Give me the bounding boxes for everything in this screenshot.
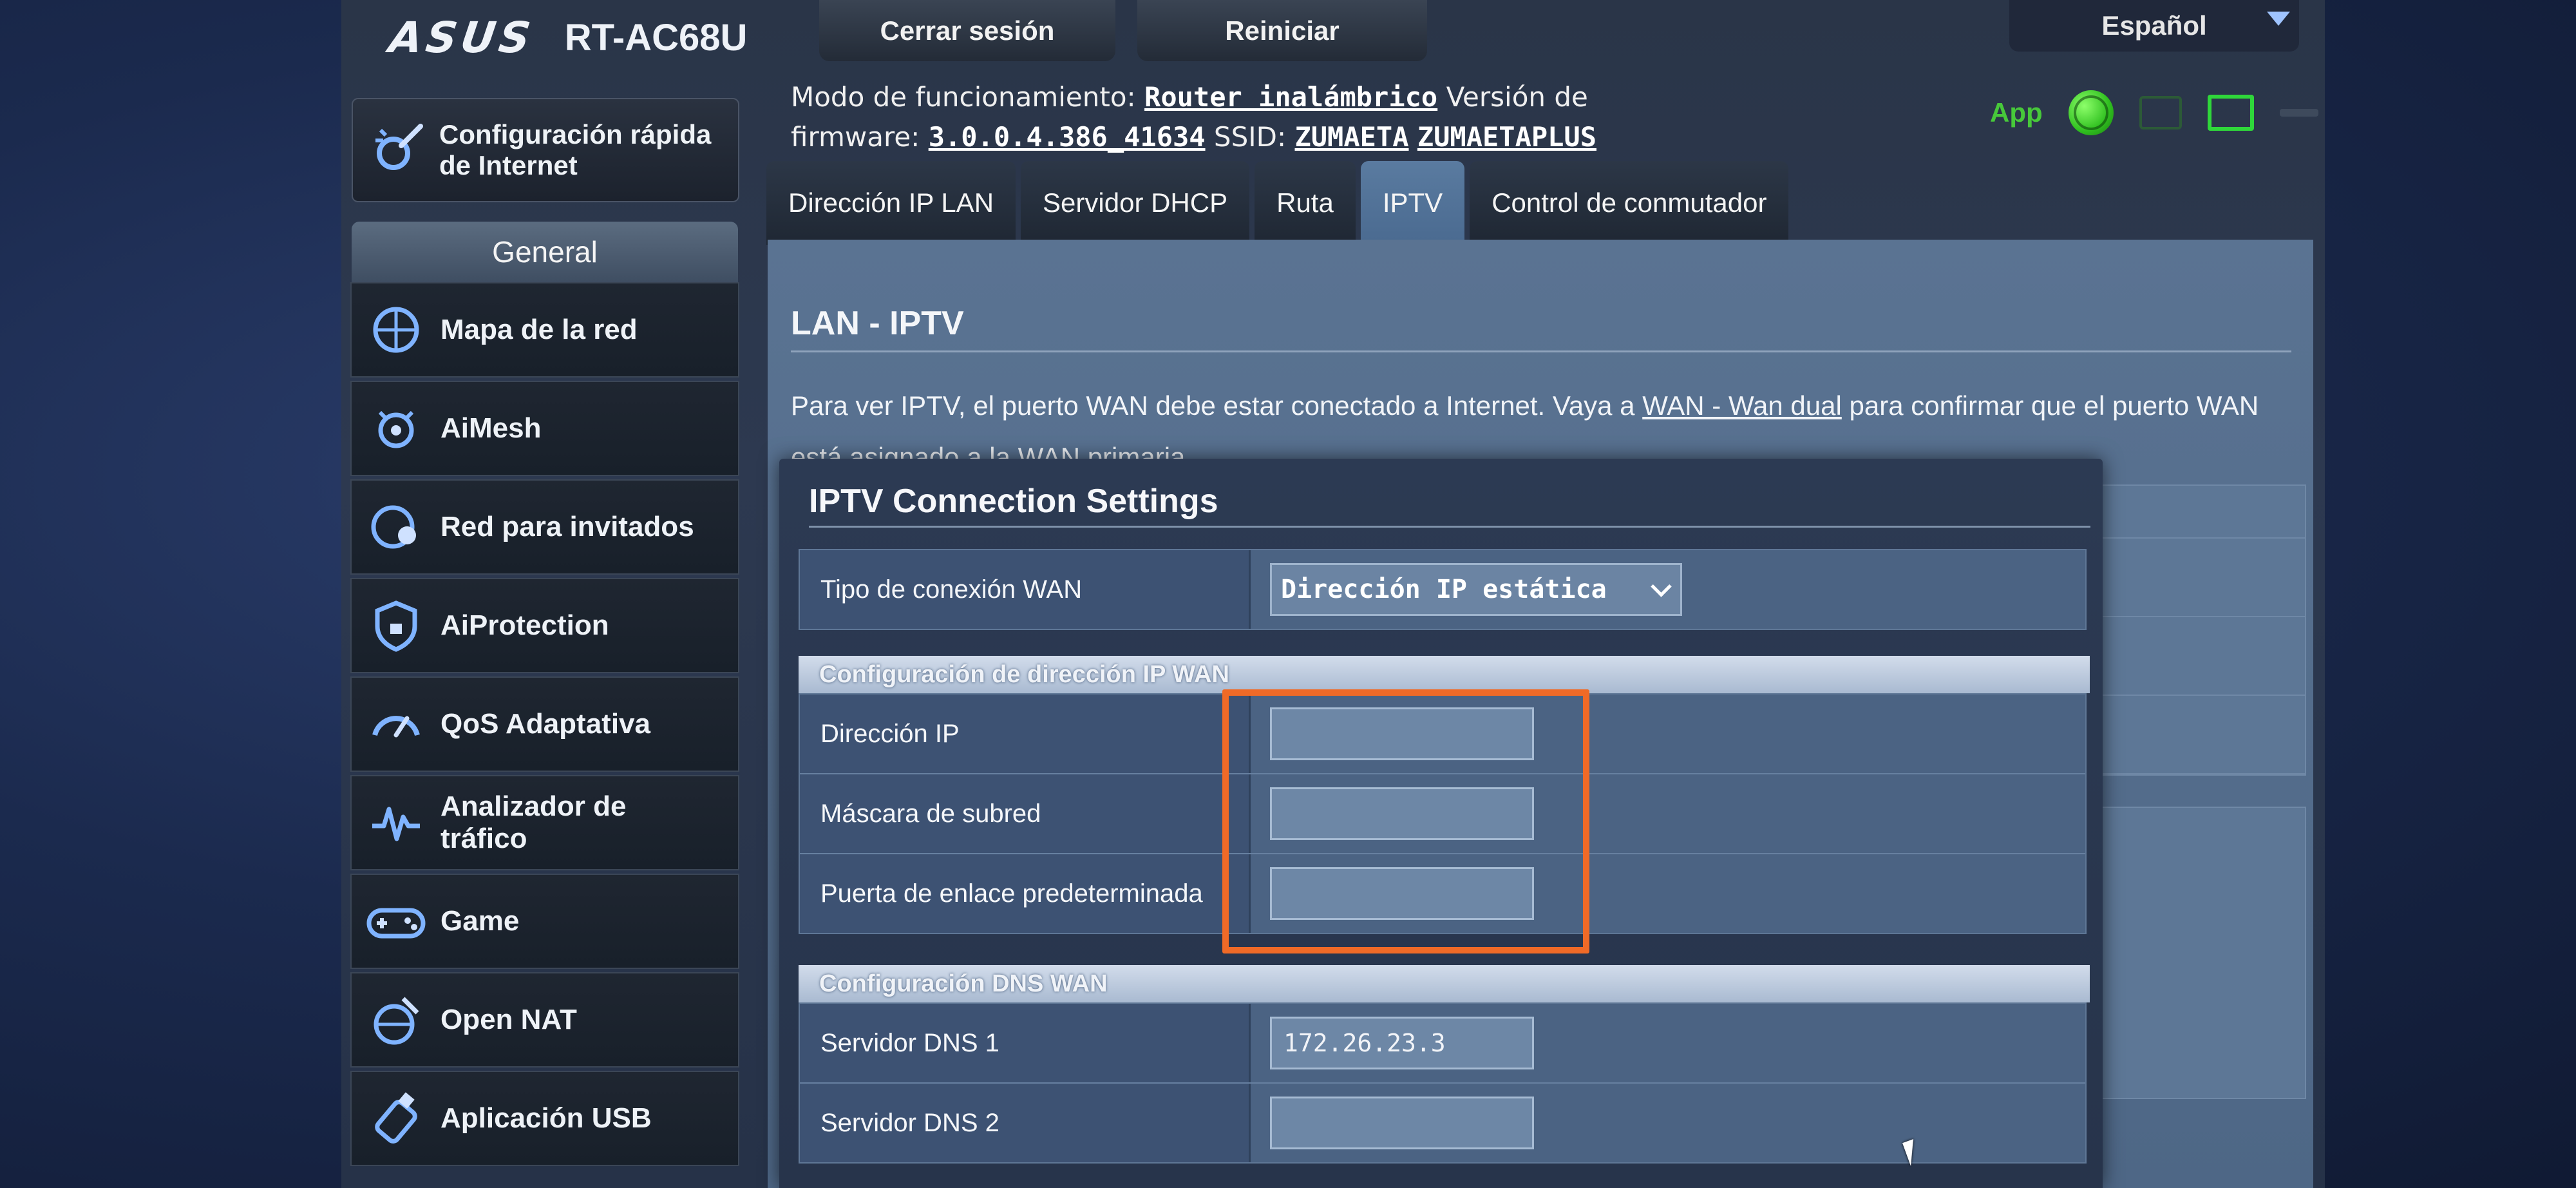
qos-gauge-icon <box>361 692 431 756</box>
network-map-icon <box>361 298 431 362</box>
sidebar-item-label: Mapa de la red <box>440 314 638 345</box>
aimesh-icon <box>361 396 431 461</box>
sidebar-item-guest-network[interactable]: Red para invitados <box>350 479 739 575</box>
brand-logo-text: ASUS <box>386 12 538 62</box>
language-dropdown-arrow-icon[interactable] <box>2267 12 2290 26</box>
sidebar-item-aimesh[interactable]: AiMesh <box>350 381 739 476</box>
chevron-down-icon <box>1651 575 1672 597</box>
dns1-input[interactable]: 172.26.23.3 <box>1270 1017 1534 1069</box>
sidebar-item-label: Analizador de tráfico <box>440 790 627 854</box>
dns2-input[interactable] <box>1270 1097 1534 1149</box>
wan-dual-link[interactable]: WAN - Wan dual <box>1642 390 1842 421</box>
sidebar-menu: Mapa de la red AiMesh Red para invitados… <box>350 282 739 1169</box>
sidebar-item-network-map[interactable]: Mapa de la red <box>350 282 739 378</box>
aiprotection-shield-icon <box>361 593 431 658</box>
wan-ip-section-header: Configuración de dirección IP WAN <box>799 656 2090 693</box>
status-icons: App <box>1990 90 2318 135</box>
gamepad-icon <box>361 889 431 953</box>
sidebar-item-label: Game <box>440 905 520 937</box>
title-divider <box>791 350 2291 352</box>
dialog-title-divider <box>809 526 2090 528</box>
asus-logo: ASUS RT-AC68U <box>386 12 748 63</box>
sidebar-item-label: AiMesh <box>440 412 542 444</box>
ssid-label: SSID: <box>1213 121 1287 153</box>
sidebar-item-qos[interactable]: QoS Adaptativa <box>350 676 739 772</box>
sidebar-item-open-nat[interactable]: Open NAT <box>350 972 739 1068</box>
sidebar-item-label: Open NAT <box>440 1004 577 1035</box>
tab-iptv[interactable]: IPTV <box>1360 161 1465 245</box>
wan-dns-section-header: Configuración DNS WAN <box>799 965 2090 1002</box>
guest-network-icon <box>361 495 431 559</box>
router-model: RT-AC68U <box>564 16 748 59</box>
mode-label: Modo de funcionamiento: <box>791 81 1136 113</box>
dns2-row: Servidor DNS 2 <box>800 1084 2085 1162</box>
usb-app-icon <box>361 1086 431 1151</box>
description-text-before: Para ver IPTV, el puerto WAN debe estar … <box>791 390 1643 421</box>
tab-dhcp-server[interactable]: Servidor DHCP <box>1021 161 1250 245</box>
tab-lan-ip[interactable]: Dirección IP LAN <box>766 161 1016 245</box>
firmware-info: Modo de funcionamiento: Router inalámbri… <box>791 77 1596 157</box>
language-selector[interactable]: Español <box>2009 0 2299 52</box>
sidebar-item-traffic-analyzer[interactable]: Analizador de tráfico <box>350 775 739 870</box>
firmware-version-link[interactable]: 3.0.0.4.386_41634 <box>929 121 1206 153</box>
wan-type-row-block: Tipo de conexión WAN Dirección IP estáti… <box>799 549 2087 630</box>
quick-internet-setup-button[interactable]: Configuración rápida de Internet <box>352 98 739 202</box>
dns1-row: Servidor DNS 1 172.26.23.3 <box>800 1004 2085 1084</box>
dns2-label: Servidor DNS 2 <box>800 1084 1251 1162</box>
wan-type-label: Tipo de conexión WAN <box>800 550 1251 629</box>
firmware-label-1: Versión de <box>1446 81 1588 113</box>
traffic-analyzer-icon <box>361 790 431 855</box>
sidebar-item-label: AiProtection <box>440 609 609 641</box>
ssid-link-2[interactable]: ZUMAETAPLUS <box>1417 121 1596 153</box>
general-section-header: General <box>352 222 738 282</box>
logout-button[interactable]: Cerrar sesión <box>819 0 1115 61</box>
mode-value-link[interactable]: Router inalámbrico <box>1144 81 1437 113</box>
wan-type-row: Tipo de conexión WAN Dirección IP estáti… <box>800 550 2085 629</box>
open-nat-icon <box>361 988 431 1052</box>
reboot-button[interactable]: Reiniciar <box>1137 0 1427 61</box>
sidebar-item-aiprotection[interactable]: AiProtection <box>350 578 739 673</box>
client-monitor-icon[interactable] <box>2207 95 2254 131</box>
quick-setup-wand-icon <box>368 120 428 180</box>
tab-switch-control[interactable]: Control de conmutador <box>1470 161 1789 245</box>
default-gateway-label: Puerta de enlace predeterminada <box>800 854 1251 933</box>
sidebar-item-label: QoS Adaptativa <box>440 708 650 740</box>
network-status-icon[interactable] <box>2139 96 2182 129</box>
language-label: Español <box>2101 10 2207 41</box>
quick-setup-label: Configuración rápida de Internet <box>439 119 712 180</box>
ssid-link-1[interactable]: ZUMAETA <box>1294 121 1408 153</box>
sidebar-item-label: Aplicación USB <box>440 1102 652 1134</box>
lan-tabs: Dirección IP LAN Servidor DHCP Ruta IPTV… <box>766 161 1789 245</box>
internet-globe-icon[interactable] <box>2068 90 2114 135</box>
ip-address-label: Dirección IP <box>800 695 1251 773</box>
sidebar-item-game[interactable]: Game <box>350 874 739 969</box>
sidebar-item-label: Red para invitados <box>440 511 694 542</box>
wan-dns-rows: Servidor DNS 1 172.26.23.3 Servidor DNS … <box>799 1002 2087 1164</box>
wan-type-select[interactable]: Dirección IP estática <box>1270 563 1682 616</box>
page-title: LAN - IPTV <box>791 305 964 342</box>
tab-route[interactable]: Ruta <box>1255 161 1356 245</box>
firmware-label-2: firmware: <box>791 121 920 153</box>
wan-type-selected-value: Dirección IP estática <box>1281 575 1607 604</box>
dns1-label: Servidor DNS 1 <box>800 1004 1251 1082</box>
subnet-mask-label: Máscara de subred <box>800 774 1251 853</box>
usb-status-icon[interactable] <box>2279 109 2318 117</box>
orange-highlight-box <box>1222 689 1589 953</box>
app-link[interactable]: App <box>1990 97 2043 128</box>
sidebar-item-usb-app[interactable]: Aplicación USB <box>350 1071 739 1166</box>
dialog-title: IPTV Connection Settings <box>809 483 1218 520</box>
